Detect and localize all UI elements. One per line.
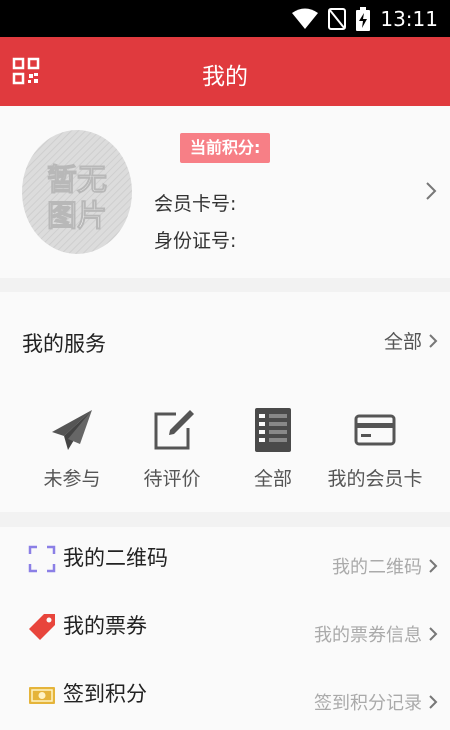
svg-text:图片: 图片 xyxy=(47,199,107,234)
chevron-right-icon xyxy=(429,559,438,573)
chevron-right-icon xyxy=(429,627,438,641)
avatar-placeholder-image: 暂无 图片 xyxy=(22,130,132,254)
service-member-card[interactable]: 我的会员卡 xyxy=(320,404,430,494)
ticket-tag-icon xyxy=(29,614,55,640)
no-signal-icon xyxy=(328,8,347,30)
wifi-icon xyxy=(292,8,319,29)
service-all[interactable]: 全部 xyxy=(218,404,328,494)
paper-plane-icon xyxy=(52,410,92,450)
id-number-label: 身份证号: xyxy=(154,230,237,252)
document-list-icon xyxy=(255,408,291,452)
list-item-my-qrcode[interactable]: 我的二维码 我的二维码 xyxy=(0,527,450,595)
list-item-my-tickets[interactable]: 我的票券 我的票券信息 xyxy=(0,595,450,663)
list-item-subtitle: 签到积分记录 xyxy=(314,693,422,714)
my-services-section: 我的服务 全部 未参与 待评价 全部 我的会员卡 xyxy=(0,292,450,512)
services-title: 我的服务 xyxy=(22,332,106,356)
svg-text:暂无: 暂无 xyxy=(47,163,107,198)
service-label: 全部 xyxy=(253,468,292,490)
title-bar: 我的 xyxy=(0,37,450,106)
status-icons: 13:11 xyxy=(292,6,438,32)
list-item-title: 签到积分 xyxy=(63,682,147,706)
services-all-link[interactable]: 全部 xyxy=(384,327,438,354)
service-label: 我的会员卡 xyxy=(327,468,423,490)
edit-icon xyxy=(154,410,194,450)
services-grid: 未参与 待评价 全部 我的会员卡 xyxy=(0,404,450,494)
chevron-right-icon xyxy=(426,182,437,200)
service-to-review[interactable]: 待评价 xyxy=(117,404,227,494)
status-bar: 13:11 xyxy=(0,0,450,37)
service-label: 未参与 xyxy=(43,468,101,490)
list-item-title: 我的票券 xyxy=(63,614,147,638)
page-title: 我的 xyxy=(202,64,248,90)
services-all-label: 全部 xyxy=(383,331,422,353)
chevron-right-icon xyxy=(429,333,438,348)
list-item-subtitle: 我的二维码 xyxy=(332,557,422,578)
list-item-checkin-points[interactable]: 签到积分 签到积分记录 xyxy=(0,663,450,730)
points-badge: 当前积分: xyxy=(180,133,271,163)
money-icon xyxy=(29,687,55,704)
battery-charging-icon xyxy=(356,7,371,31)
profile-card[interactable]: 暂无 图片 当前积分: 会员卡号: 身份证号: xyxy=(0,106,450,278)
list-item-title: 我的二维码 xyxy=(63,546,168,570)
qr-frame-icon xyxy=(28,545,56,573)
avatar[interactable]: 暂无 图片 xyxy=(22,130,132,254)
status-time: 13:11 xyxy=(380,7,438,31)
member-card-label: 会员卡号: xyxy=(154,193,237,215)
list-item-subtitle: 我的票券信息 xyxy=(314,625,422,646)
menu-list: 我的二维码 我的二维码 我的票券 我的票券信息 签到积分 签到积分记录 xyxy=(0,527,450,730)
service-label: 待评价 xyxy=(143,468,201,490)
credit-card-icon xyxy=(354,414,396,446)
chevron-right-icon xyxy=(429,695,438,709)
service-not-participated[interactable]: 未参与 xyxy=(17,404,127,494)
